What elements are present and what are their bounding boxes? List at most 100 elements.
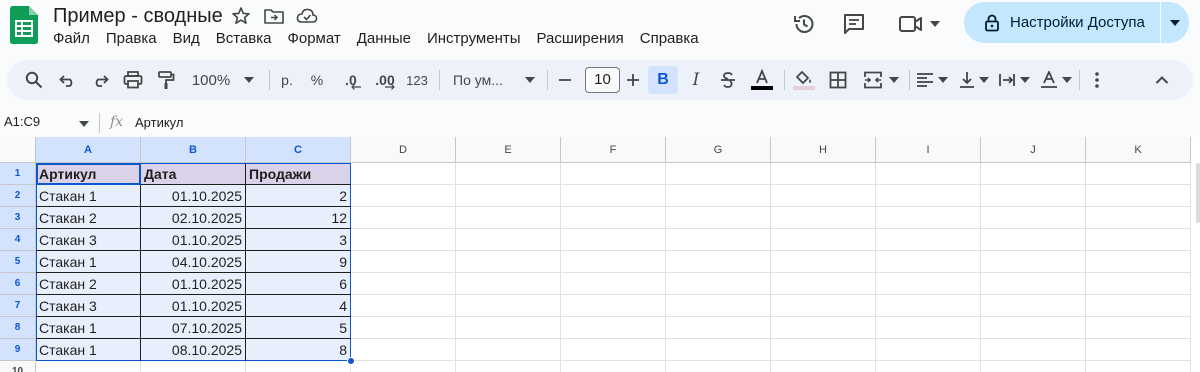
more-options-button[interactable] [1085,66,1109,94]
menu-edit[interactable]: Правка [98,29,165,51]
column-header-e[interactable]: E [456,137,561,163]
cell-f6[interactable] [561,273,666,295]
cell-k6[interactable] [1086,273,1191,295]
row-header-4[interactable]: 4 [0,229,36,251]
row-header-9[interactable]: 9 [0,339,36,361]
select-all-corner[interactable] [0,137,36,163]
cell-e7[interactable] [456,295,561,317]
cell-i10[interactable] [876,361,981,372]
increase-decimals-button[interactable]: .00 [369,66,401,94]
cell-a2[interactable]: Стакан 1 [36,185,141,207]
zoom-select[interactable]: 100% [187,66,259,94]
cell-a8[interactable]: Стакан 1 [36,317,141,339]
cell-i8[interactable] [876,317,981,339]
cell-d8[interactable] [351,317,456,339]
cell-a9[interactable]: Стакан 1 [36,339,141,361]
cell-c6[interactable]: 6 [246,273,351,295]
redo-button[interactable] [87,66,113,94]
menu-tools[interactable]: Инструменты [419,29,529,51]
cell-g2[interactable] [666,185,771,207]
more-formats-button[interactable]: 123 [403,66,431,94]
row-header-8[interactable]: 8 [0,317,36,339]
cell-a6[interactable]: Стакан 2 [36,273,141,295]
fill-handle[interactable] [347,357,355,365]
cell-d1[interactable] [351,163,456,185]
cell-g4[interactable] [666,229,771,251]
merge-cells-button[interactable] [859,66,903,94]
cell-c2[interactable]: 2 [246,185,351,207]
cell-f2[interactable] [561,185,666,207]
cell-b6[interactable]: 01.10.2025 [141,273,246,295]
cell-g3[interactable] [666,207,771,229]
font-family-select[interactable]: По ум... [447,66,541,94]
cell-j7[interactable] [981,295,1086,317]
cell-i2[interactable] [876,185,981,207]
share-dropdown-button[interactable] [1161,2,1189,43]
name-box[interactable]: A1:C9 [4,114,40,129]
cell-i1[interactable] [876,163,981,185]
text-wrapping-button[interactable] [995,66,1033,94]
cell-j2[interactable] [981,185,1086,207]
row-header-2[interactable]: 2 [0,185,36,207]
cell-k2[interactable] [1086,185,1191,207]
decrease-decimals-button[interactable]: .0 [337,66,365,94]
cell-a7[interactable]: Стакан 3 [36,295,141,317]
cell-a4[interactable]: Стакан 3 [36,229,141,251]
document-title[interactable]: Пример - сводные [53,4,223,28]
row-header-6[interactable]: 6 [0,273,36,295]
cell-k8[interactable] [1086,317,1191,339]
meet-button[interactable] [894,8,944,40]
column-header-f[interactable]: F [561,137,666,163]
formula-input[interactable]: Артикул [135,115,183,130]
cell-g8[interactable] [666,317,771,339]
cell-k3[interactable] [1086,207,1191,229]
fill-color-button[interactable] [789,66,819,94]
cell-c4[interactable]: 3 [246,229,351,251]
cell-b4[interactable]: 01.10.2025 [141,229,246,251]
menu-file[interactable]: Файл [45,29,98,51]
row-header-7[interactable]: 7 [0,295,36,317]
cell-d7[interactable] [351,295,456,317]
cell-f5[interactable] [561,251,666,273]
cell-j5[interactable] [981,251,1086,273]
cell-g1[interactable] [666,163,771,185]
row-header-5[interactable]: 5 [0,251,36,273]
cell-k7[interactable] [1086,295,1191,317]
cell-e9[interactable] [456,339,561,361]
strikethrough-button[interactable] [715,66,741,94]
vertical-align-button[interactable] [955,66,993,94]
cell-d4[interactable] [351,229,456,251]
cell-a3[interactable]: Стакан 2 [36,207,141,229]
undo-button[interactable] [55,66,81,94]
cell-j4[interactable] [981,229,1086,251]
cell-b3[interactable]: 02.10.2025 [141,207,246,229]
cell-e2[interactable] [456,185,561,207]
cell-b5[interactable]: 04.10.2025 [141,251,246,273]
row-header-1[interactable]: 1 [0,163,36,185]
cell-h9[interactable] [771,339,876,361]
cell-h6[interactable] [771,273,876,295]
cell-k4[interactable] [1086,229,1191,251]
cell-e5[interactable] [456,251,561,273]
cell-b7[interactable]: 01.10.2025 [141,295,246,317]
cell-i4[interactable] [876,229,981,251]
cell-a10[interactable] [36,361,141,372]
italic-button[interactable]: I [683,66,709,94]
name-box-dropdown-icon[interactable] [79,121,89,127]
font-size-input[interactable]: 10 [585,67,620,93]
column-header-g[interactable]: G [666,137,771,163]
cell-d10[interactable] [351,361,456,372]
cell-i5[interactable] [876,251,981,273]
cell-f8[interactable] [561,317,666,339]
horizontal-align-button[interactable] [913,66,951,94]
column-header-a[interactable]: A [36,137,141,163]
cell-d3[interactable] [351,207,456,229]
cell-c7[interactable]: 4 [246,295,351,317]
cell-k9[interactable] [1086,339,1191,361]
cell-k10[interactable] [1086,361,1191,372]
cell-f4[interactable] [561,229,666,251]
cell-e1[interactable] [456,163,561,185]
cell-e6[interactable] [456,273,561,295]
cell-h3[interactable] [771,207,876,229]
move-to-folder-icon[interactable] [263,6,285,28]
